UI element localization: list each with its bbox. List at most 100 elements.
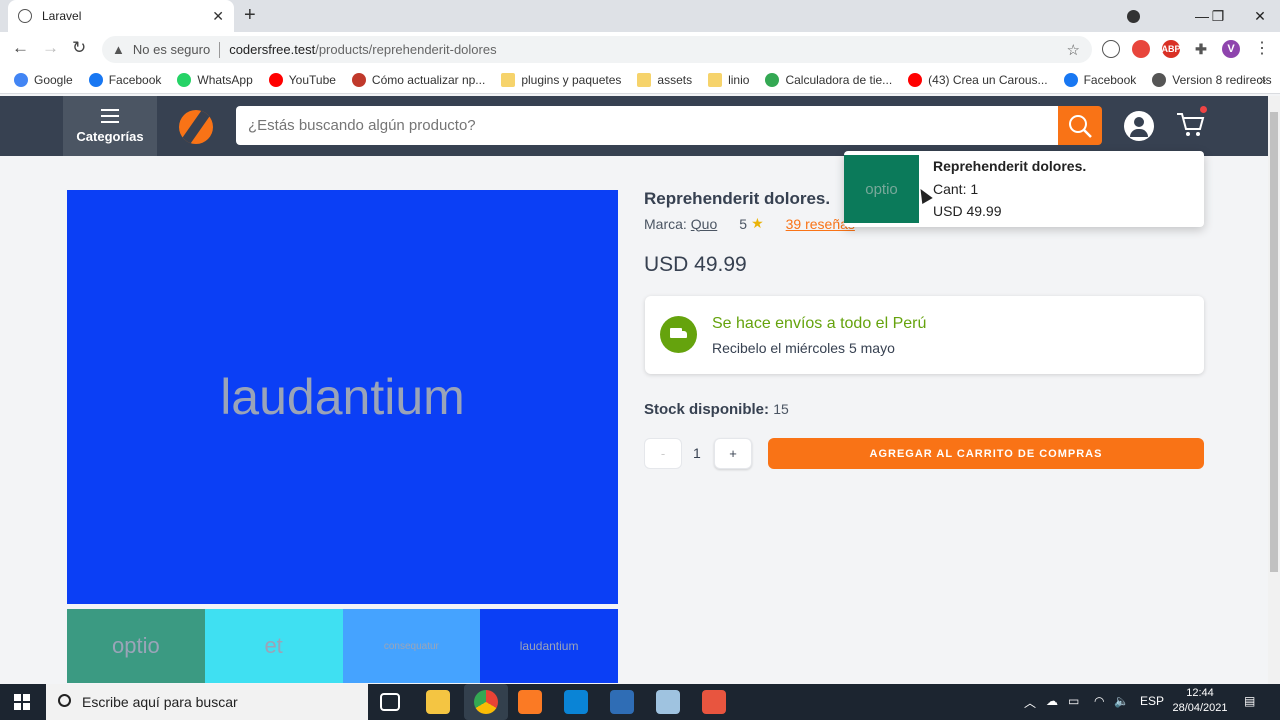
color-extension-icon[interactable] <box>1132 40 1150 58</box>
language-indicator[interactable]: ESP <box>1140 694 1164 708</box>
shipping-title: Se hace envíos a todo el Perú <box>712 315 927 332</box>
chrome-icon[interactable] <box>474 690 498 714</box>
cart-dropdown: optio Reprehenderit dolores. Cant: 1 USD… <box>844 151 1204 227</box>
page-scrollbar[interactable] <box>1268 96 1280 684</box>
volume-icon[interactable]: 🔈 <box>1114 694 1129 708</box>
quantity-value: 1 <box>693 445 701 461</box>
vscode-icon[interactable] <box>564 690 588 714</box>
bookmarks-bar: Google Facebook WhatsApp YouTube Cómo actual… <box>0 66 1280 94</box>
app-icon[interactable] <box>610 690 634 714</box>
bookmark-label: (43) Crea un Carous... <box>928 72 1048 87</box>
bookmark-item[interactable]: linio <box>708 72 750 87</box>
wifi-icon[interactable]: ◠ <box>1094 694 1104 708</box>
adblock-icon[interactable]: ABP <box>1162 40 1181 58</box>
forward-arrow-icon[interactable]: → <box>42 38 59 58</box>
back-arrow-icon[interactable]: ← <box>12 38 29 58</box>
truck-icon <box>660 316 697 353</box>
bookmark-item[interactable]: Calculadora de tie... <box>765 72 892 87</box>
user-account-icon[interactable] <box>1124 111 1154 141</box>
cloud-icon[interactable]: ☁ <box>1046 694 1058 708</box>
product-thumbnail[interactable]: laudantium <box>480 609 618 683</box>
browser-tabstrip: Laravel ✕ + — ❐ ✕ <box>0 0 1280 32</box>
product-title: Reprehenderit dolores. <box>644 189 831 208</box>
bookmark-item[interactable]: Facebook <box>88 72 161 87</box>
bookmark-item[interactable]: Google <box>14 72 73 87</box>
reload-icon[interactable]: ↻ <box>72 38 86 58</box>
tab-search-icon[interactable] <box>1120 0 1146 32</box>
profile-avatar[interactable]: V <box>1222 40 1240 58</box>
browser-tab[interactable]: Laravel ✕ <box>8 0 234 32</box>
folder-icon <box>637 72 652 87</box>
bookmark-label: YouTube <box>288 72 336 87</box>
clock-date: 28/04/2021 <box>1172 702 1228 714</box>
bookmark-label: linio <box>728 72 750 87</box>
bookmark-label: plugins y paquetes <box>521 72 622 87</box>
omnibox-divider <box>219 41 221 58</box>
bookmark-item[interactable]: plugins y paquetes <box>501 72 622 87</box>
categories-button[interactable]: Categorías <box>63 96 157 156</box>
folder-icon <box>501 72 516 87</box>
product-search-input[interactable] <box>236 106 1058 145</box>
bookmark-favicon-icon <box>351 72 366 87</box>
quantity-decrease-button[interactable]: - <box>644 438 682 469</box>
bookmark-item[interactable]: Version 8 redirects <box>1152 72 1272 87</box>
search-button[interactable] <box>1058 106 1102 145</box>
bookmark-item[interactable]: (43) Crea un Carous... <box>908 72 1048 87</box>
brand-link[interactable]: Quo <box>691 216 717 232</box>
battery-icon[interactable]: ▭ <box>1068 694 1079 708</box>
product-thumbnail[interactable]: et <box>204 609 343 683</box>
close-tab-icon[interactable]: ✕ <box>212 8 224 25</box>
close-window-icon[interactable]: ✕ <box>1238 0 1280 32</box>
notes-icon[interactable] <box>656 690 680 714</box>
notifications-icon[interactable]: ▤ <box>1244 694 1255 708</box>
product-price: USD 49.99 <box>644 253 747 276</box>
taskbar-search[interactable]: Escribe aquí para buscar <box>46 684 368 720</box>
quantity-increase-button[interactable]: + <box>714 438 752 469</box>
bookmark-label: Cómo actualizar np... <box>371 72 486 87</box>
new-tab-button[interactable]: + <box>244 4 256 27</box>
windows-taskbar: Escribe aquí para buscar ︿ ☁ ▭ ◠ 🔈 ESP 1… <box>0 684 1280 720</box>
product-thumbnail[interactable]: optio <box>67 609 205 683</box>
shopping-cart-icon[interactable] <box>1176 110 1206 138</box>
globe-icon <box>18 9 32 23</box>
bookmark-item[interactable]: Cómo actualizar np... <box>351 72 486 87</box>
cart-item-image-text: optio <box>865 180 898 198</box>
bookmark-favicon-icon <box>908 72 923 87</box>
bookmark-item[interactable]: assets <box>637 72 693 87</box>
bookmark-item[interactable]: WhatsApp <box>177 72 253 87</box>
thumbnail-text: optio <box>112 633 160 658</box>
bookmark-label: assets <box>657 72 693 87</box>
laragon-icon[interactable] <box>702 690 726 714</box>
cart-item-quantity: Cant: 1 <box>933 181 979 197</box>
bookmark-item[interactable]: YouTube <box>268 72 336 87</box>
chevron-up-icon[interactable]: ︿ <box>1024 694 1036 711</box>
product-thumbnail[interactable]: consequatur <box>342 609 481 683</box>
add-to-cart-button[interactable]: AGREGAR AL CARRITO DE COMPRAS <box>768 438 1204 469</box>
xampp-icon[interactable] <box>518 690 542 714</box>
thumbnail-text: consequatur <box>383 640 439 652</box>
windows-start-icon[interactable] <box>14 694 30 710</box>
bookmark-label: Version 8 redirects <box>1172 72 1272 87</box>
bookmark-favicon-icon <box>88 72 103 87</box>
file-explorer-icon[interactable] <box>426 690 450 714</box>
maximize-icon[interactable]: ❐ <box>1196 0 1240 32</box>
task-view-icon[interactable] <box>380 693 400 711</box>
bookmark-item[interactable]: Facebook <box>1063 72 1136 87</box>
bookmark-star-icon[interactable]: ☆ <box>1067 41 1080 59</box>
taskbar-clock[interactable]: 12:44 28/04/2021 <box>1170 686 1230 716</box>
bookmark-favicon-icon <box>765 72 780 87</box>
address-bar[interactable]: ▲ No es seguro codersfree.test /products… <box>102 36 1092 63</box>
site-logo[interactable] <box>179 110 213 144</box>
categories-label: Categorías <box>76 128 144 144</box>
product-main-image: laudantium <box>67 190 618 604</box>
bookmark-favicon-icon <box>268 72 283 87</box>
taskbar-search-text: Escribe aquí para buscar <box>82 694 238 710</box>
scrollbar-thumb[interactable] <box>1270 112 1278 572</box>
extension-icon[interactable] <box>1102 40 1120 58</box>
menu-dots-icon[interactable]: ⋮ <box>1254 38 1270 58</box>
puzzle-extensions-icon[interactable]: ✚ <box>1192 40 1210 58</box>
star-icon: ★ <box>751 215 764 231</box>
bookmark-favicon-icon <box>14 72 28 87</box>
cart-notification-dot <box>1200 106 1207 113</box>
bookmarks-more-icon[interactable]: » <box>1259 73 1266 87</box>
